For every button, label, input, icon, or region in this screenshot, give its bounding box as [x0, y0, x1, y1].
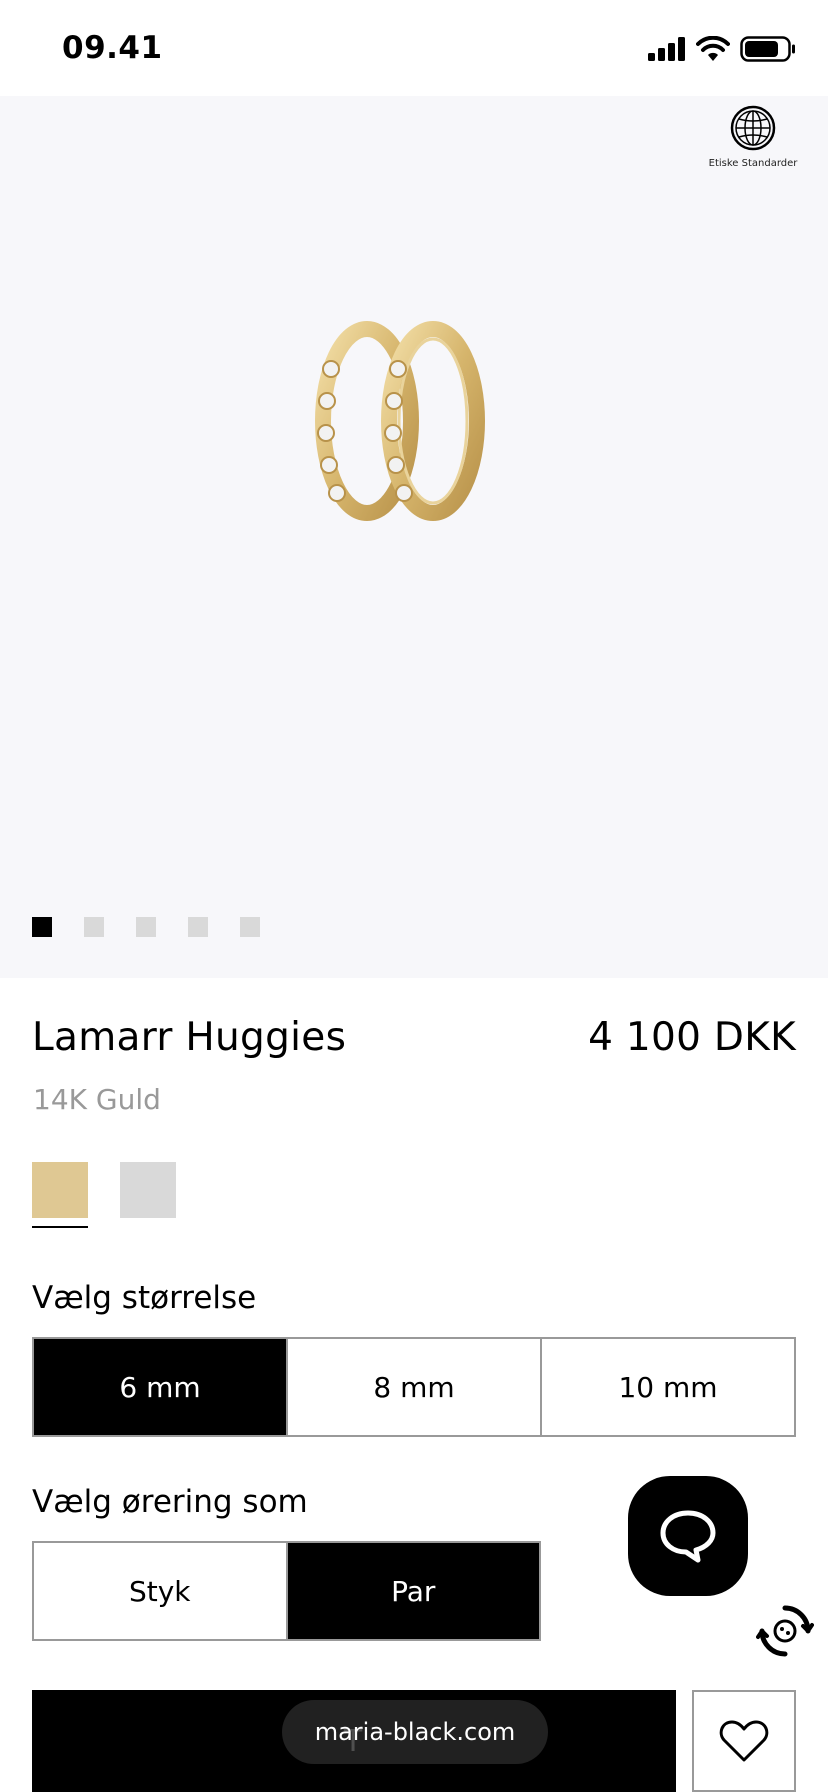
type-option-single[interactable]: Styk — [34, 1543, 288, 1639]
chat-bubble-icon — [660, 1510, 716, 1563]
status-icons — [648, 34, 796, 64]
heart-icon — [719, 1720, 769, 1762]
product-image-gallery[interactable]: Etiske Standarder — [0, 96, 828, 978]
product-title: Lamarr Huggies — [32, 1015, 347, 1060]
globe-icon — [730, 105, 776, 151]
pagination-dot[interactable] — [84, 917, 104, 937]
pagination-dot[interactable] — [188, 917, 208, 937]
product-price: 4 100 DKK — [588, 1015, 796, 1060]
color-swatches — [32, 1162, 176, 1228]
size-selector-label: Vælg størrelse — [32, 1280, 257, 1316]
size-option-6mm[interactable]: 6 mm — [34, 1339, 288, 1435]
favorite-button[interactable] — [692, 1690, 796, 1792]
swatch-gold[interactable] — [32, 1162, 88, 1228]
type-selector-label: Vælg ørering som — [32, 1484, 308, 1520]
battery-icon — [740, 36, 795, 62]
size-selector: 6 mm 8 mm 10 mm — [32, 1337, 796, 1437]
size-option-10mm[interactable]: 10 mm — [542, 1339, 794, 1435]
earring-image — [315, 321, 485, 521]
type-option-pair[interactable]: Par — [287, 1543, 539, 1639]
status-bar: 09.41 — [0, 0, 828, 96]
type-selector: Styk Par — [32, 1541, 541, 1641]
gallery-pagination — [32, 917, 260, 937]
chat-button[interactable] — [628, 1476, 748, 1596]
browser-url-text: maria-black.com — [314, 1718, 516, 1746]
ethical-standards-label: Etiske Standarder — [708, 158, 798, 169]
status-time: 09.41 — [62, 30, 163, 66]
swatch-silver[interactable] — [120, 1162, 176, 1218]
wifi-icon — [696, 36, 730, 61]
cookie-settings-icon[interactable] — [756, 1602, 814, 1660]
pagination-dot[interactable] — [136, 917, 156, 937]
browser-url-bar[interactable]: maria-black.com — [282, 1700, 548, 1764]
ethical-standards-badge[interactable]: Etiske Standarder — [708, 104, 798, 169]
pagination-dot[interactable] — [32, 917, 52, 937]
signal-icon — [648, 37, 685, 61]
product-material: 14K Guld — [33, 1083, 161, 1116]
size-option-8mm[interactable]: 8 mm — [288, 1339, 542, 1435]
pagination-dot[interactable] — [240, 917, 260, 937]
